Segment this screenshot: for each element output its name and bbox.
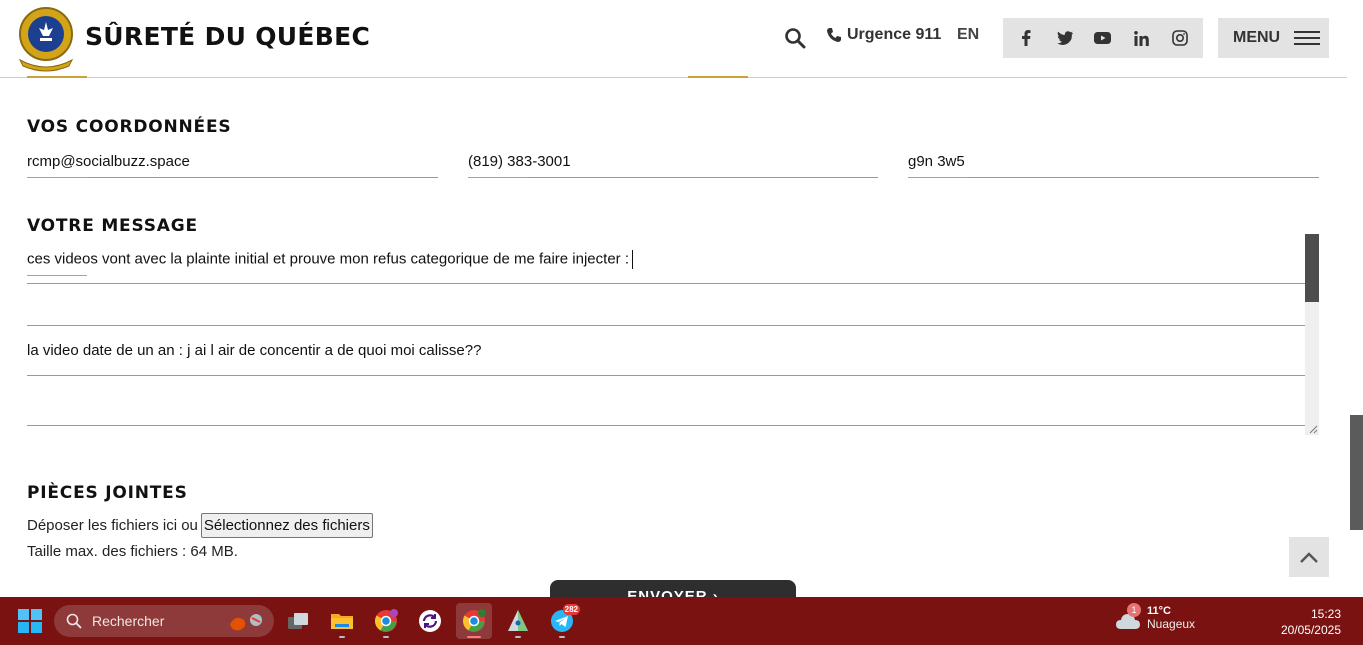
text-caret <box>632 250 633 269</box>
facebook-icon[interactable] <box>1014 26 1038 50</box>
resize-handle-icon[interactable] <box>1308 424 1318 434</box>
hamburger-icon <box>1294 31 1321 45</box>
postal-code-field[interactable]: g9n 3w5 <box>908 147 1319 178</box>
search-icon <box>66 613 82 629</box>
folder-icon <box>331 614 353 629</box>
drop-text: Déposer les fichiers ici ou <box>27 517 198 534</box>
chrome-icon <box>375 609 398 632</box>
message-line: la video date de un an : j ai l air de c… <box>27 326 1305 376</box>
weather-condition: Nuageux <box>1147 617 1196 631</box>
pyramid-icon <box>508 610 528 631</box>
message-scrollbar-thumb[interactable] <box>1305 234 1319 302</box>
chrome-profile-button[interactable] <box>368 603 404 639</box>
sync-icon <box>419 610 441 632</box>
attachments-title: PIÈCES JOINTES <box>27 483 188 503</box>
sync-app-button[interactable] <box>412 603 448 639</box>
postal-code-value: g9n 3w5 <box>908 153 965 170</box>
max-size-text: Taille max. des fichiers : 64 MB. <box>27 543 238 560</box>
select-files-button[interactable]: Sélectionnez des fichiers <box>200 513 373 538</box>
running-indicator <box>467 636 481 638</box>
weather-badge: 1 <box>1127 603 1141 617</box>
language-switch[interactable]: EN <box>957 26 979 44</box>
header-field-accent <box>688 76 748 78</box>
coordonnees-title: VOS COORDONNÉES <box>27 117 232 137</box>
phone-value: (819) 383-3001 <box>468 153 571 170</box>
file-drop-zone[interactable]: Déposer les fichiers ici ou Sélectionnez… <box>27 513 373 538</box>
message-text: la video date de un an : j ai l air de c… <box>27 342 482 359</box>
email-value: rcmp@socialbuzz.space <box>27 153 190 170</box>
email-field[interactable]: rcmp@socialbuzz.space <box>27 147 438 178</box>
chevron-up-icon <box>1300 551 1318 563</box>
running-indicator <box>515 636 521 638</box>
twitter-icon[interactable] <box>1053 26 1077 50</box>
linkedin-icon[interactable] <box>1129 26 1153 50</box>
taskbar-search[interactable]: Rechercher <box>54 605 274 637</box>
temperature: 11°C <box>1147 605 1171 617</box>
message-title: VOTRE MESSAGE <box>27 216 198 236</box>
search-icon[interactable] <box>784 27 806 49</box>
task-view-icon <box>288 613 308 629</box>
clock-time: 15:23 <box>1310 607 1341 621</box>
instagram-icon[interactable] <box>1168 26 1192 50</box>
field-accent <box>908 177 968 178</box>
search-placeholder: Rechercher <box>92 613 165 629</box>
phone-field[interactable]: (819) 383-3001 <box>468 147 878 178</box>
social-links <box>1003 18 1203 58</box>
search-highlight-icon <box>230 614 262 631</box>
back-to-top-button[interactable] <box>1289 537 1329 577</box>
file-explorer-button[interactable] <box>324 603 360 639</box>
taskbar: Rechercher 282 1 11°C Nuageux 15:23 20/0… <box>0 597 1363 645</box>
weather-widget[interactable]: 1 11°C Nuageux <box>1115 603 1196 633</box>
surete-logo[interactable] <box>17 4 75 72</box>
system-clock[interactable]: 15:23 20/05/2025 <box>1281 606 1341 638</box>
brand-title[interactable]: SÛRETÉ DU QUÉBEC <box>85 22 370 51</box>
menu-button[interactable]: MENU <box>1218 18 1329 58</box>
running-indicator <box>339 636 345 638</box>
telegram-button[interactable]: 282 <box>544 603 580 639</box>
site-header: SÛRETÉ DU QUÉBEC Urgence 911 EN MENU <box>0 0 1347 78</box>
chrome-active-button[interactable] <box>456 603 492 639</box>
task-view-button[interactable] <box>280 603 316 639</box>
header-field-accent <box>27 76 87 78</box>
urgence-label: Urgence 911 <box>847 26 942 43</box>
running-indicator <box>559 636 565 638</box>
message-text: ces videos vont avec la plainte initial … <box>27 250 629 268</box>
youtube-icon[interactable] <box>1091 26 1115 50</box>
windows-start-icon[interactable] <box>18 609 42 633</box>
field-accent <box>468 177 528 178</box>
urgence-link[interactable]: Urgence 911 <box>826 26 941 44</box>
phone-icon <box>827 28 841 42</box>
page-scrollbar-thumb[interactable] <box>1350 415 1363 530</box>
menu-label: MENU <box>1233 29 1281 46</box>
message-textarea[interactable]: ces videos vont avec la plainte initial … <box>27 234 1319 435</box>
message-line <box>27 376 1305 426</box>
running-indicator <box>383 636 389 638</box>
vpn-app-button[interactable] <box>500 603 536 639</box>
message-line <box>27 276 1305 326</box>
field-accent <box>27 177 87 178</box>
chrome-icon <box>463 609 486 632</box>
clock-date: 20/05/2025 <box>1280 623 1341 637</box>
telegram-badge: 282 <box>562 604 580 615</box>
